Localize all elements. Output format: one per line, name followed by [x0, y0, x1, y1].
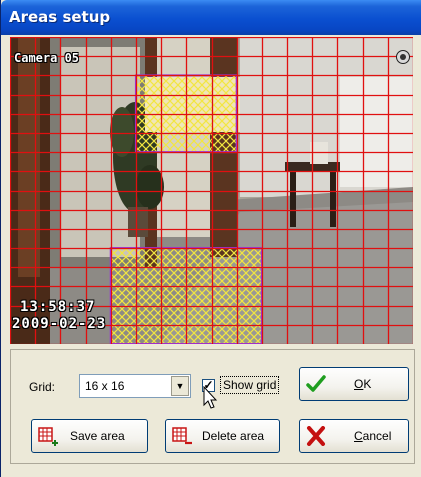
- grid-size-select[interactable]: 16 x 16 ▼: [79, 374, 191, 398]
- camera-frame[interactable]: [10, 37, 413, 344]
- title-bar[interactable]: Areas setup: [1, 0, 421, 35]
- camera-status-icon: [396, 50, 410, 64]
- grid-label: Grid:: [29, 380, 56, 394]
- window-title: Areas setup: [9, 8, 111, 26]
- delete-area-label: Delete area: [202, 429, 265, 443]
- grid-size-value: 16 x 16: [85, 379, 125, 393]
- red-x-icon: [307, 426, 325, 446]
- window-bottom-edge: [1, 470, 421, 477]
- camera-time-overlay: 13:58:37: [20, 299, 96, 315]
- save-area-label: Save area: [70, 429, 125, 443]
- table-minus-icon: [172, 427, 192, 445]
- table-plus-icon: [38, 427, 58, 446]
- ok-label: OK: [354, 377, 372, 391]
- ok-button[interactable]: OK: [299, 367, 409, 401]
- cancel-button[interactable]: Cancel: [299, 419, 409, 453]
- mouse-cursor-icon: [203, 386, 218, 409]
- save-area-button[interactable]: Save area: [31, 419, 148, 453]
- cancel-label: Cancel: [354, 429, 392, 443]
- show-grid-label[interactable]: Show grid: [220, 376, 280, 394]
- checkmark-icon: [306, 375, 326, 392]
- delete-area-button[interactable]: Delete area: [165, 419, 280, 453]
- chevron-down-icon[interactable]: ▼: [171, 376, 189, 396]
- camera-date-overlay: 2009-02-23: [12, 316, 107, 332]
- camera-view[interactable]: Camera 05 13:58:37 2009-02-23: [10, 37, 413, 344]
- areas-setup-window: Areas setup Camera 05 13:58:37 2009-02-2…: [0, 0, 421, 477]
- camera-name-overlay: Camera 05: [14, 51, 80, 65]
